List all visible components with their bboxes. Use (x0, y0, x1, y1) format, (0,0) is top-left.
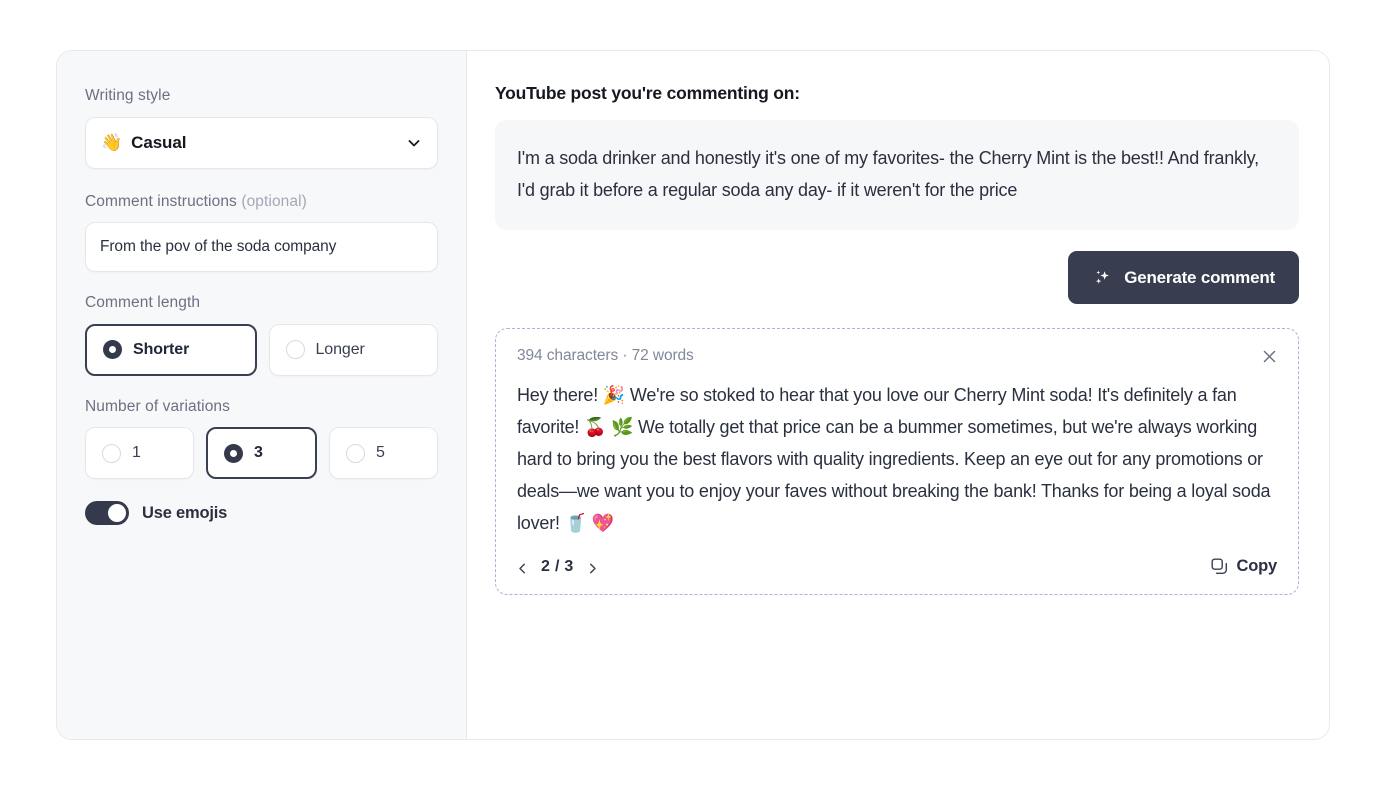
chevron-down-icon (407, 136, 421, 150)
comment-instructions-optional-text: (optional) (241, 192, 307, 210)
variations-option-3[interactable]: 3 (206, 427, 317, 480)
radio-selected-icon (103, 340, 122, 360)
use-emojis-toggle[interactable] (85, 501, 129, 526)
writing-style-label-text: Writing style (85, 87, 171, 104)
comment-length-option-longer-label: Longer (315, 340, 365, 358)
generated-comment-header: 394 characters · 72 words (517, 347, 1277, 365)
writing-style-value: Casual (131, 132, 187, 152)
generate-row: Generate comment (495, 251, 1299, 305)
variations-options: 1 3 5 (85, 427, 438, 480)
toggle-knob (108, 504, 126, 523)
generated-comment-card: 394 characters · 72 words Hey there! 🎉 W… (495, 328, 1299, 596)
settings-sidebar: Writing style 👋 Casual Comment instructi… (57, 51, 467, 739)
comment-length-options: Shorter Longer (85, 323, 438, 376)
page-title: YouTube post you're commenting on: (495, 83, 800, 103)
chevron-right-icon[interactable] (587, 561, 598, 574)
variations-option-1[interactable]: 1 (85, 427, 194, 480)
generated-comment-footer: 2 / 3 Copy (517, 557, 1277, 576)
writing-style-label: Writing style (85, 87, 438, 106)
waving-hand-icon: 👋 (101, 133, 123, 153)
close-icon[interactable] (1262, 349, 1277, 364)
comment-length-option-shorter-label: Shorter (133, 340, 190, 358)
generate-comment-button[interactable]: Generate comment (1068, 251, 1299, 305)
variation-pager: 2 / 3 (517, 558, 598, 576)
generate-comment-button-label: Generate comment (1124, 267, 1275, 287)
comment-instructions-value: From the pov of the soda company (100, 238, 337, 256)
comment-instructions-label: Comment instructions (optional) (85, 193, 438, 212)
copy-button[interactable]: Copy (1211, 557, 1277, 576)
sparkles-icon (1092, 267, 1113, 288)
radio-unselected-icon (102, 443, 121, 463)
radio-unselected-icon (346, 443, 365, 463)
variations-option-5-label: 5 (376, 444, 385, 462)
variations-option-3-label: 3 (254, 444, 263, 462)
use-emojis-label: Use emojis (142, 503, 228, 522)
source-post-text: I'm a soda drinker and honestly it's one… (495, 120, 1299, 231)
copy-button-label: Copy (1236, 557, 1278, 576)
comment-length-label-text: Comment length (85, 294, 201, 312)
chevron-left-icon[interactable] (517, 561, 528, 574)
generated-comment-text: Hey there! 🎉 We're so stoked to hear tha… (517, 385, 1271, 534)
variations-label-text: Number of variations (85, 397, 231, 415)
pager-indicator: 2 / 3 (541, 557, 574, 575)
radio-selected-icon (224, 443, 243, 463)
radio-unselected-icon (285, 340, 305, 360)
comment-instructions-label-text: Comment instructions (85, 192, 237, 210)
variations-option-5[interactable]: 5 (329, 427, 438, 480)
comment-instructions-input[interactable]: From the pov of the soda company (85, 222, 438, 273)
comment-length-option-shorter[interactable]: Shorter (85, 323, 257, 376)
generator-panel: Writing style 👋 Casual Comment instructi… (56, 50, 1330, 740)
comment-length-label: Comment length (85, 294, 438, 313)
use-emojis-row: Use emojis (85, 501, 438, 526)
comment-length-option-longer[interactable]: Longer (268, 323, 438, 376)
content-area: YouTube post you're commenting on: I'm a… (467, 51, 1329, 739)
writing-style-select[interactable]: 👋 Casual (85, 116, 438, 169)
character-word-count: 394 characters · 72 words (517, 347, 694, 365)
variations-option-1-label: 1 (132, 444, 141, 462)
copy-icon (1211, 558, 1228, 575)
variations-label: Number of variations (85, 398, 438, 417)
